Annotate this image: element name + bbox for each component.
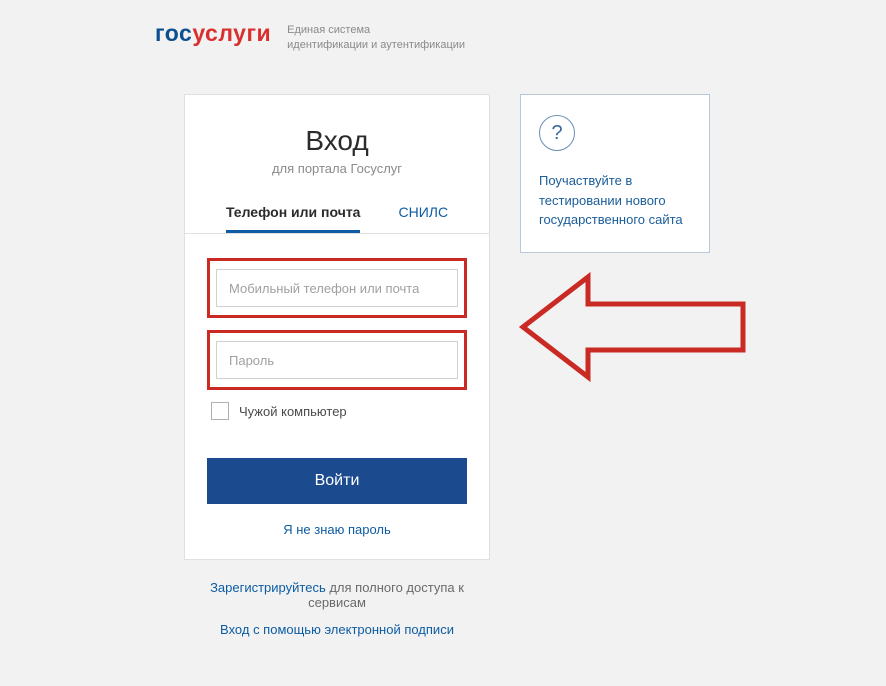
register-line: Зарегистрируйтесь для полного доступа к … <box>184 580 490 610</box>
login-tabs: Телефон или почта СНИЛС <box>185 204 489 234</box>
register-link[interactable]: Зарегистрируйтесь <box>210 580 326 595</box>
esign-login-link[interactable]: Вход с помощью электронной подписи <box>220 622 454 637</box>
login-form: Чужой компьютер <box>185 258 489 420</box>
footer-links: Зарегистрируйтесь для полного доступа к … <box>184 580 490 649</box>
foreign-computer-label: Чужой компьютер <box>239 404 347 419</box>
annotation-arrow-icon <box>518 272 758 382</box>
header-tagline: Единая система идентификации и аутентифи… <box>287 23 465 54</box>
password-input[interactable] <box>216 341 458 379</box>
logo: госуслуги <box>155 20 271 47</box>
info-box-link[interactable]: Поучаствуйте в тестировании нового госуд… <box>539 171 691 230</box>
forgot-password-link[interactable]: Я не знаю пароль <box>283 522 391 537</box>
tagline-line2: идентификации и аутентификации <box>287 38 465 53</box>
tab-snils[interactable]: СНИЛС <box>398 204 448 233</box>
login-title: Вход <box>185 125 489 157</box>
password-field-highlight <box>207 330 467 390</box>
logo-part-gos: гос <box>155 20 192 46</box>
tagline-line1: Единая система <box>287 23 465 38</box>
site-header: госуслуги Единая система идентификации и… <box>155 20 465 54</box>
login-field-highlight <box>207 258 467 318</box>
logo-part-uslugi: услуги <box>192 20 271 46</box>
login-card: Вход для портала Госуслуг Телефон или по… <box>184 94 490 560</box>
foreign-computer-row: Чужой компьютер <box>207 402 467 420</box>
info-box: ? Поучаствуйте в тестировании нового гос… <box>520 94 710 253</box>
login-subtitle: для портала Госуслуг <box>185 161 489 176</box>
login-button[interactable]: Войти <box>207 458 467 504</box>
question-mark-icon: ? <box>539 115 575 151</box>
foreign-computer-checkbox[interactable] <box>211 402 229 420</box>
tab-phone-email[interactable]: Телефон или почта <box>226 204 361 233</box>
login-input[interactable] <box>216 269 458 307</box>
register-rest: для полного доступа к сервисам <box>308 580 464 610</box>
